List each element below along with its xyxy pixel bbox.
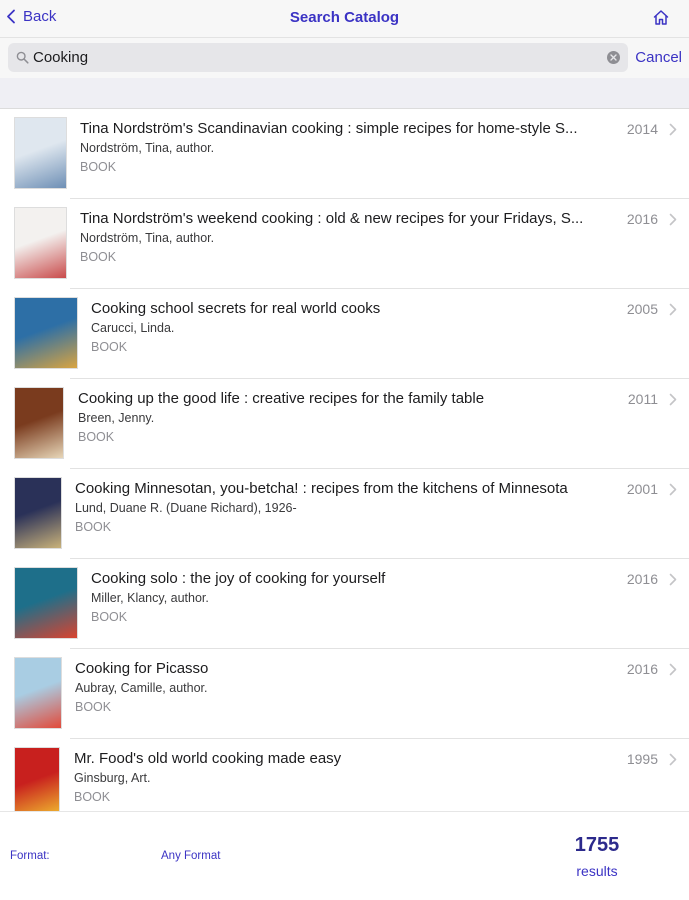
format-label: Format: bbox=[10, 850, 50, 862]
result-year: 2016 bbox=[626, 211, 658, 227]
book-cover-image bbox=[14, 567, 78, 639]
result-title: Mr. Food's old world cooking made easy bbox=[74, 750, 342, 767]
list-item[interactable]: Tina Nordström's Scandinavian cooking : … bbox=[0, 109, 689, 199]
search-bar: Cancel bbox=[0, 38, 689, 78]
book-cover-image bbox=[14, 387, 64, 459]
results-footer: Format: Any Format 1755 results bbox=[0, 811, 689, 900]
book-cover-image bbox=[14, 117, 67, 189]
book-cover-image bbox=[14, 297, 78, 369]
result-author: Carucci, Linda. bbox=[91, 321, 175, 335]
section-header-spacer bbox=[0, 78, 689, 109]
chevron-right-icon bbox=[669, 483, 677, 496]
search-input[interactable] bbox=[33, 46, 603, 69]
clear-search-button[interactable] bbox=[607, 51, 620, 64]
search-icon bbox=[16, 51, 29, 64]
result-format: BOOK bbox=[80, 160, 117, 174]
close-icon bbox=[610, 54, 617, 61]
chevron-right-icon bbox=[669, 303, 677, 316]
result-year: 2001 bbox=[626, 481, 658, 497]
result-author: Miller, Klancy, author. bbox=[91, 591, 209, 605]
result-format: BOOK bbox=[80, 250, 117, 264]
book-cover-image bbox=[14, 477, 62, 549]
cancel-button[interactable]: Cancel bbox=[635, 49, 682, 66]
list-item[interactable]: Cooking Minnesotan, you-betcha! : recipe… bbox=[0, 469, 689, 559]
result-year: 2016 bbox=[626, 571, 658, 587]
list-item[interactable]: Cooking up the good life : creative reci… bbox=[0, 379, 689, 469]
result-year: 2014 bbox=[626, 121, 658, 137]
result-title: Tina Nordström's weekend cooking : old &… bbox=[80, 210, 584, 227]
list-item[interactable]: Tina Nordström's weekend cooking : old &… bbox=[0, 199, 689, 289]
home-icon[interactable] bbox=[651, 8, 671, 28]
result-title: Cooking Minnesotan, you-betcha! : recipe… bbox=[75, 480, 568, 497]
chevron-right-icon bbox=[669, 573, 677, 586]
result-title: Cooking up the good life : creative reci… bbox=[78, 390, 485, 407]
book-cover-image bbox=[14, 657, 62, 729]
result-author: Ginsburg, Art. bbox=[74, 771, 151, 785]
result-year: 2005 bbox=[626, 301, 658, 317]
results-count: 1755 bbox=[574, 834, 620, 856]
result-title: Cooking solo : the joy of cooking for yo… bbox=[91, 570, 386, 587]
result-year: 1995 bbox=[626, 751, 658, 767]
format-selector[interactable]: Any Format bbox=[161, 850, 220, 862]
result-year: 2011 bbox=[627, 391, 658, 407]
result-title: Cooking for Picasso bbox=[75, 660, 209, 677]
result-format: BOOK bbox=[91, 340, 128, 354]
chevron-right-icon bbox=[669, 393, 677, 406]
result-title: Tina Nordström's Scandinavian cooking : … bbox=[80, 120, 578, 137]
book-cover-image bbox=[14, 747, 60, 811]
list-item[interactable]: Cooking for Picasso Aubray, Camille, auth… bbox=[0, 649, 689, 739]
list-item[interactable]: Cooking solo : the joy of cooking for yo… bbox=[0, 559, 689, 649]
result-author: Nordström, Tina, author. bbox=[80, 231, 215, 245]
result-author: Nordström, Tina, author. bbox=[80, 141, 215, 155]
chevron-right-icon bbox=[669, 213, 677, 226]
page-title: Search Catalog bbox=[289, 9, 400, 26]
chevron-right-icon bbox=[669, 753, 677, 766]
book-cover-image bbox=[14, 207, 67, 279]
navigation-bar: Back Search Catalog bbox=[0, 0, 689, 38]
search-field[interactable] bbox=[8, 43, 628, 72]
chevron-right-icon bbox=[669, 663, 677, 676]
results-list[interactable]: Tina Nordström's Scandinavian cooking : … bbox=[0, 109, 689, 811]
result-title: Cooking school secrets for real world co… bbox=[91, 300, 381, 317]
results-count-label: results bbox=[576, 863, 618, 879]
result-author: Lund, Duane R. (Duane Richard), 1926- bbox=[75, 501, 297, 515]
chevron-right-icon bbox=[669, 123, 677, 136]
list-item[interactable]: Mr. Food's old world cooking made easy Gi… bbox=[0, 739, 689, 811]
result-format: BOOK bbox=[78, 430, 115, 444]
result-format: BOOK bbox=[74, 790, 111, 804]
result-format: BOOK bbox=[75, 700, 112, 714]
list-item[interactable]: Cooking school secrets for real world co… bbox=[0, 289, 689, 379]
result-format: BOOK bbox=[91, 610, 128, 624]
result-author: Breen, Jenny. bbox=[78, 411, 155, 425]
result-format: BOOK bbox=[75, 520, 112, 534]
result-year: 2016 bbox=[626, 661, 658, 677]
result-author: Aubray, Camille, author. bbox=[75, 681, 208, 695]
